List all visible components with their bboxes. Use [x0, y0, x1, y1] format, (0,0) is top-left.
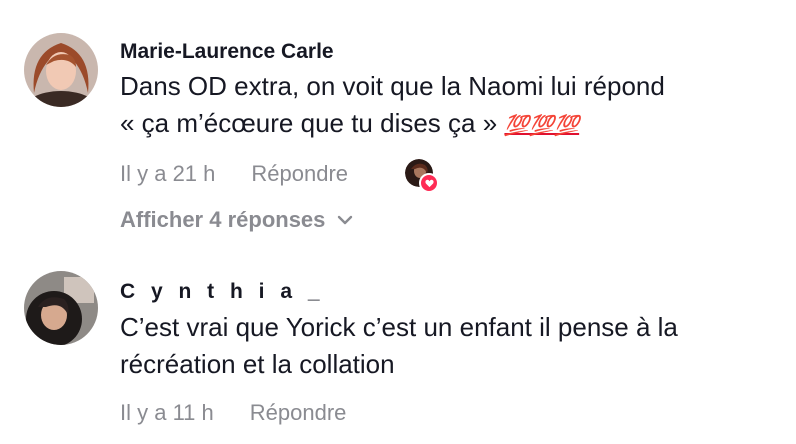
show-replies-button[interactable]: Afficher 4 réponses [120, 207, 353, 233]
comment-text-fragment: « ça m’écœure que tu dises ça » [120, 108, 498, 138]
hundred-points-emoji: 💯💯💯 [504, 115, 580, 137]
comment-text-line: C’est vrai que Yorick c’est un enfant il… [120, 312, 678, 342]
comment-meta: Il y a 21 h Répondre [120, 161, 348, 187]
comment-timestamp: Il y a 11 h [120, 400, 214, 425]
comment-item: C y n t h i a _ C’est vrai que Yorick c’… [0, 250, 796, 444]
comment-text-line: Dans OD extra, on voit que la Naomi lui … [120, 71, 665, 101]
reply-button[interactable]: Répondre [251, 161, 348, 187]
avatar[interactable] [24, 33, 98, 107]
creator-liked-avatar [405, 159, 439, 193]
reply-button[interactable]: Répondre [250, 400, 347, 426]
comment-timestamp: Il y a 21 h [120, 161, 216, 186]
comment-text-line: récréation et la collation [120, 349, 395, 379]
comment-meta: Il y a 11 h Répondre [120, 400, 346, 426]
chevron-down-icon [338, 215, 353, 225]
heart-icon [419, 173, 439, 193]
show-replies-label: Afficher 4 réponses [120, 207, 326, 232]
comment-username[interactable]: Marie-Laurence Carle [120, 40, 334, 64]
comment-username[interactable]: C y n t h i a _ [120, 280, 325, 304]
avatar[interactable] [24, 271, 98, 345]
comment-text: C’est vrai que Yorick c’est un enfant il… [120, 309, 770, 383]
comment-item: Marie-Laurence Carle Dans OD extra, on v… [0, 0, 796, 250]
comment-text-line: « ça m’écœure que tu dises ça » 💯💯💯 [120, 105, 770, 145]
comment-text: Dans OD extra, on voit que la Naomi lui … [120, 68, 770, 145]
